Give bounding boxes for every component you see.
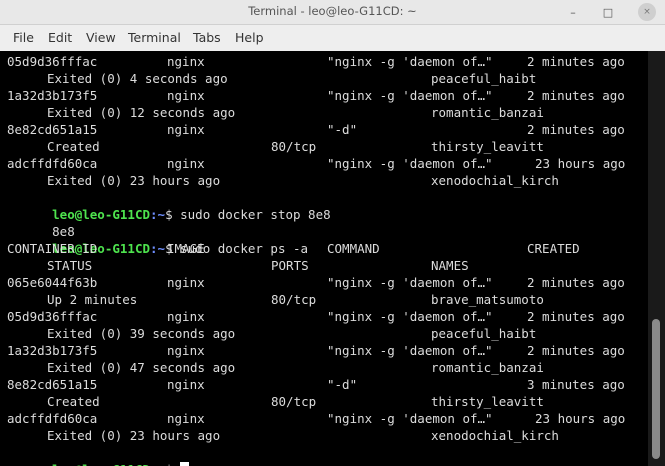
menu-view[interactable]: View xyxy=(86,30,116,45)
menu-tabs[interactable]: Tabs xyxy=(193,30,221,45)
container-row: 05d9d36fffac nginx "nginx -g 'daemon of…… xyxy=(7,309,625,324)
maximize-icon[interactable]: □ xyxy=(599,3,617,21)
container-status-row: Exited (0) 23 hours ago xenodochial_kirc… xyxy=(47,428,559,443)
menu-help[interactable]: Help xyxy=(235,30,264,45)
container-status-row: Exited (0) 47 seconds ago romantic_banza… xyxy=(47,360,544,375)
scrollbar-thumb[interactable] xyxy=(652,319,660,459)
container-row: 1a32d3b173f5 nginx "nginx -g 'daemon of…… xyxy=(7,343,625,358)
container-row: 1a32d3b173f5 nginx "nginx -g 'daemon of…… xyxy=(7,88,625,103)
close-icon[interactable]: × xyxy=(638,3,656,21)
container-status-row: Exited (0) 39 seconds ago peaceful_haibt xyxy=(47,326,537,341)
command-line: leo@leo-G11CD:~$ sudo docker ps -a xyxy=(7,223,308,256)
prompt-symbol: $ xyxy=(165,462,173,466)
container-row: 8e82cd651a15 nginx "-d" 2 minutes ago xyxy=(7,122,625,137)
container-row: 8e82cd651a15 nginx "-d" 3 minutes ago xyxy=(7,377,625,392)
prompt-user: leo@leo-G11CD xyxy=(52,462,150,466)
container-status-row: Exited (0) 4 seconds ago peaceful_haibt xyxy=(47,71,537,86)
container-row: 05d9d36fffac nginx "nginx -g 'daemon of…… xyxy=(7,54,625,69)
table-header: STATUS PORTS NAMES xyxy=(47,258,469,273)
table-header: CONTAINER ID IMAGE COMMAND CREATED xyxy=(7,241,580,256)
container-row: adcffdfd60ca nginx "nginx -g 'daemon of…… xyxy=(7,411,626,426)
container-status-row: Exited (0) 12 seconds ago romantic_banza… xyxy=(47,105,544,120)
prompt-path: :~ xyxy=(150,241,166,256)
container-status-row: Created 80/tcp thirsty_leavitt xyxy=(47,139,544,154)
minimize-icon[interactable]: – xyxy=(564,3,582,21)
terminal-window: Terminal - leo@leo-G11CD: ~ – □ × File E… xyxy=(0,0,665,466)
command-output: 8e8 xyxy=(52,224,75,239)
prompt-symbol: $ xyxy=(165,207,173,222)
container-status-row: Up 2 minutes 80/tcp brave_matsumoto xyxy=(47,292,544,307)
command-line: leo@leo-G11CD:~$ sudo docker stop 8e8 xyxy=(7,189,330,222)
text-cursor xyxy=(180,462,190,466)
title-bar[interactable]: Terminal - leo@leo-G11CD: ~ – □ × xyxy=(0,0,665,25)
prompt-path: :~ xyxy=(150,207,166,222)
active-prompt[interactable]: leo@leo-G11CD:~$ xyxy=(7,444,190,466)
terminal-output[interactable]: 05d9d36fffac nginx "nginx -g 'daemon of…… xyxy=(0,51,648,466)
container-row: 065e6044f63b nginx "nginx -g 'daemon of…… xyxy=(7,275,625,290)
menu-edit[interactable]: Edit xyxy=(48,30,72,45)
container-status-row: Exited (0) 23 hours ago xenodochial_kirc… xyxy=(47,173,559,188)
menu-bar: File Edit View Terminal Tabs Help xyxy=(0,25,665,51)
scrollbar[interactable] xyxy=(648,51,665,466)
container-status-row: Created 80/tcp thirsty_leavitt xyxy=(47,394,544,409)
menu-terminal[interactable]: Terminal xyxy=(128,30,181,45)
container-row: adcffdfd60ca nginx "nginx -g 'daemon of…… xyxy=(7,156,626,171)
menu-file[interactable]: File xyxy=(13,30,34,45)
prompt-path: :~ xyxy=(150,462,165,466)
command-text: sudo docker stop 8e8 xyxy=(180,207,331,222)
